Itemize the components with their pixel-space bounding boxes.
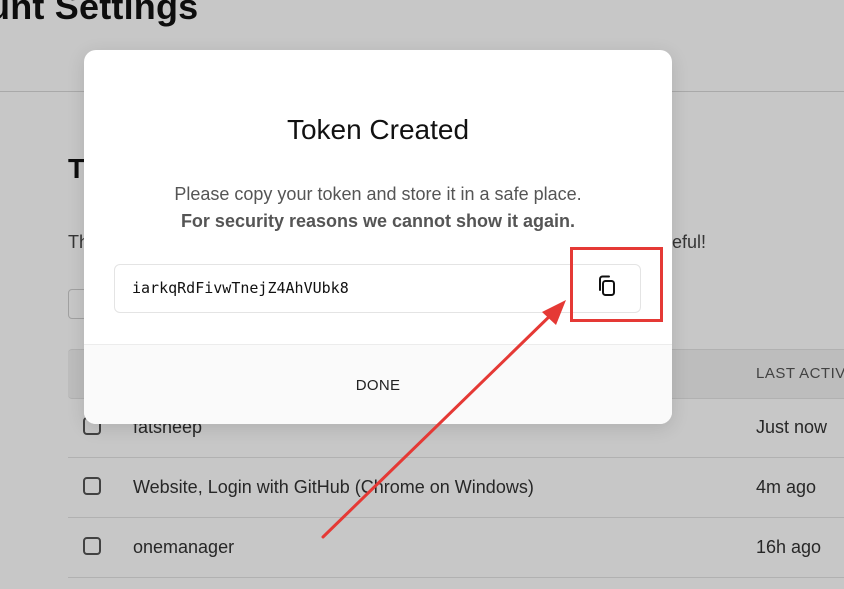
copy-button-highlight [570,247,663,322]
token-field[interactable]: iarkqRdFivwTnejZ4AhVUbk8 [114,264,641,313]
done-button[interactable]: DONE [328,367,428,403]
dialog-message: Please copy your token and store it in a… [174,184,582,204]
dialog-title: Token Created [286,114,470,145]
dialog-footer: DONE [84,344,672,424]
token-created-dialog: Token Created Please copy your token and… [84,50,672,424]
token-value[interactable]: iarkqRdFivwTnejZ4AhVUbk8 [132,279,349,297]
account-settings-page: unt Settings T Th eful! LAST ACTIVE fats… [0,0,844,589]
dialog-warning: For security reasons we cannot show it a… [180,211,576,231]
